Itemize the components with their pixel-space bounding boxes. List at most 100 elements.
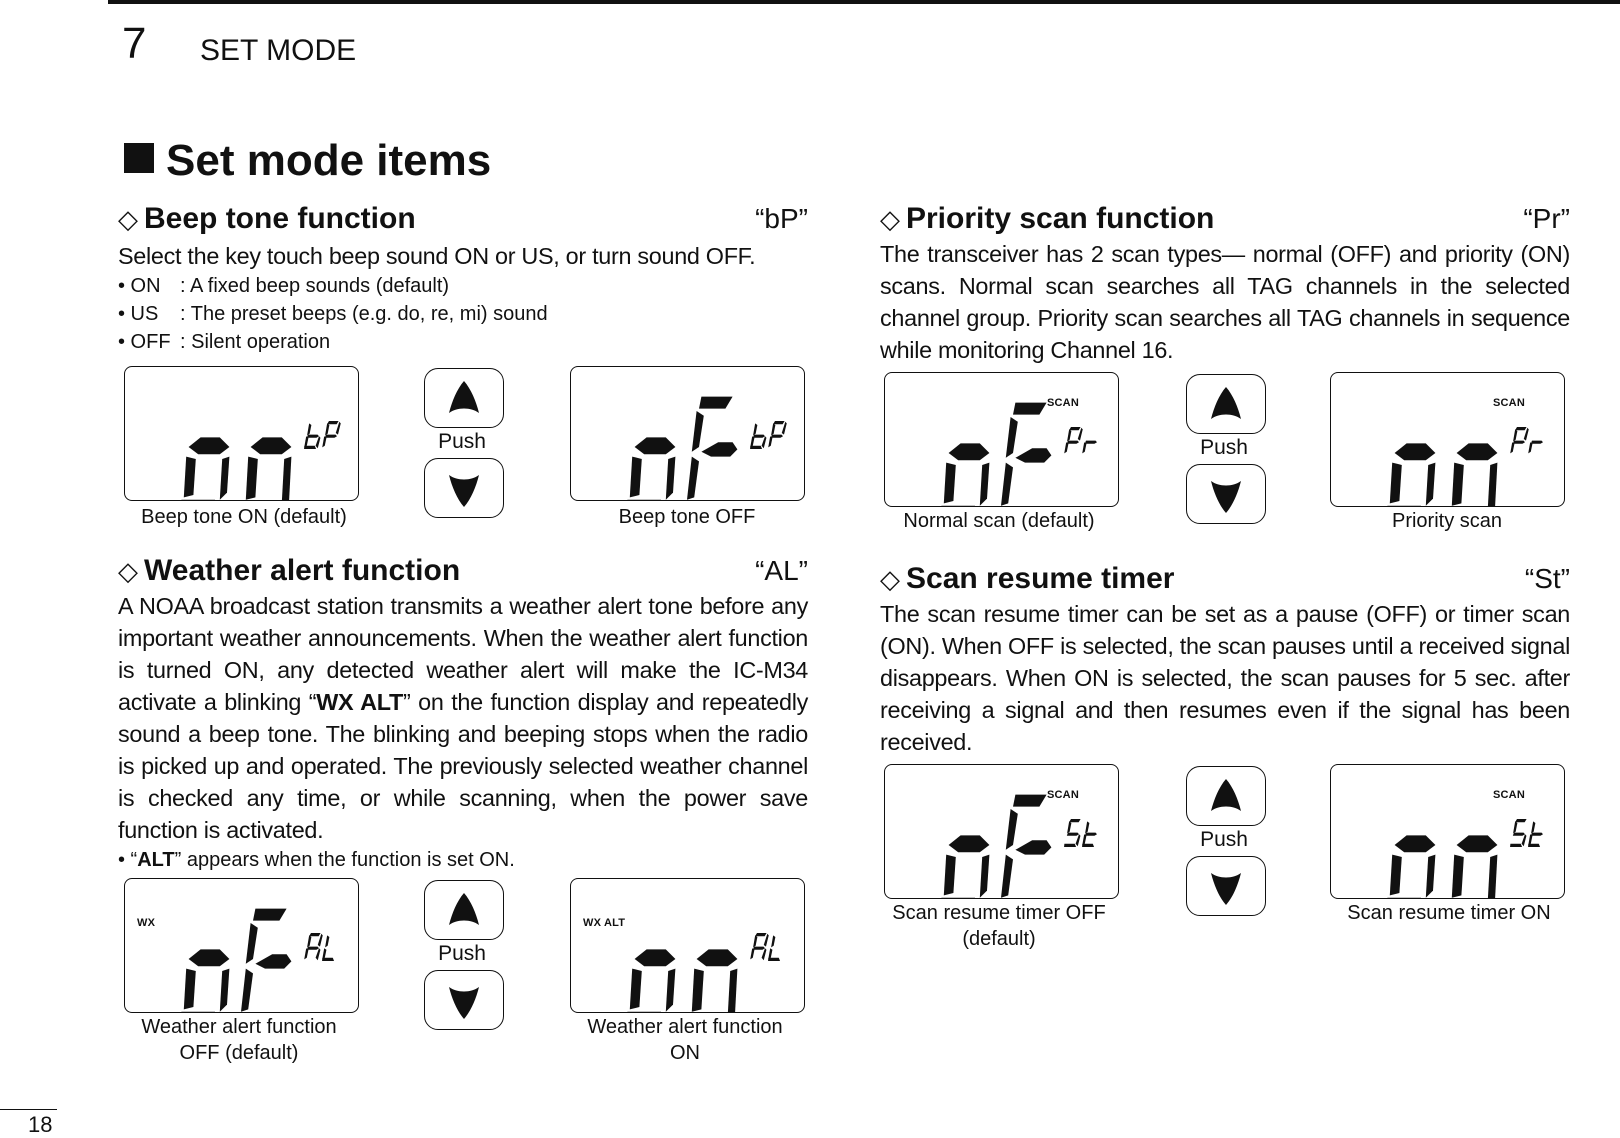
note-bold: ALT <box>137 849 175 871</box>
push-label: Push <box>438 942 486 965</box>
diamond-icon: ◇ <box>118 204 138 234</box>
lcd-main-digits <box>1387 835 1498 898</box>
section-body: The transceiver has 2 scan types— normal… <box>880 241 1570 363</box>
up-button[interactable] <box>1186 374 1266 434</box>
up-button[interactable] <box>424 368 504 428</box>
option-list: • ON : A fixed beep sounds (default) • US… <box>118 272 808 356</box>
lcd-sub-label <box>304 933 335 962</box>
lcd-main-digits <box>941 402 1052 506</box>
section-note: • “ALT” appears when the function is set… <box>118 846 808 874</box>
down-arrow-icon <box>449 987 479 1019</box>
lcd-sub-label <box>1064 819 1098 848</box>
section-title: ◇ Scan resume timer <box>880 562 1174 596</box>
up-arrow-icon <box>1211 387 1241 419</box>
lcd-display <box>124 366 359 501</box>
caption-line: Weather alert function <box>141 1016 337 1038</box>
figure-caption: Beep tone ON (default) <box>141 506 347 528</box>
diamond-icon: ◇ <box>880 564 900 594</box>
caption-line: (default) <box>962 928 1036 950</box>
option-desc: : The preset beeps (e.g. do, re, mi) sou… <box>180 303 548 325</box>
section-scan-resume-timer: ◇ Scan resume timer “St” The scan resume … <box>880 562 1570 758</box>
up-arrow-icon <box>1211 779 1241 811</box>
lcd-indicator-tag: WX <box>137 917 156 929</box>
up-button[interactable] <box>424 880 504 940</box>
down-arrow-icon <box>1211 481 1241 513</box>
lcd-indicator-tag: SCAN <box>1493 397 1525 409</box>
figure-caption: Weather alert function OFF (default) <box>114 1014 364 1066</box>
down-button[interactable] <box>1186 856 1266 916</box>
lcd-sub-label <box>1510 427 1544 454</box>
section-title: ◇ Priority scan function <box>880 202 1214 236</box>
lcd-display: WX <box>124 878 359 1013</box>
push-label: Push <box>1200 436 1248 459</box>
page-title-text: Set mode items <box>166 136 492 185</box>
figure-beep-tone: Beep tone ON (default) Push Beep tone OF… <box>124 366 814 566</box>
lcd-main-digits <box>941 794 1052 898</box>
section-intro: Select the key touch beep sound ON or US… <box>118 243 756 269</box>
lcd-display: SCAN <box>884 764 1119 899</box>
lcd-main-digits <box>1387 443 1498 506</box>
caption-line: Weather alert function <box>587 1016 783 1038</box>
figure-caption: Beep tone OFF <box>618 506 756 528</box>
note-text: • “ <box>118 849 138 871</box>
chapter-number: 7 <box>122 19 147 68</box>
section-title: ◇ Beep tone function <box>118 202 416 236</box>
lcd-indicator-tag: SCAN <box>1493 789 1525 801</box>
chapter-title: SET MODE <box>200 34 357 67</box>
up-button[interactable] <box>1186 766 1266 826</box>
figure-caption: Priority scan <box>1391 510 1503 532</box>
section-code: “St” <box>1524 563 1570 594</box>
up-arrow-icon <box>449 893 479 925</box>
down-button[interactable] <box>424 970 504 1030</box>
diamond-icon: ◇ <box>118 556 138 586</box>
section-title-text: Weather alert function <box>144 554 461 587</box>
section-code: “AL” <box>755 555 808 586</box>
lcd-main-digits <box>181 908 292 1012</box>
section-title-text: Priority scan function <box>906 202 1215 235</box>
lcd-indicator-tag: WX ALT <box>583 917 626 929</box>
up-arrow-icon <box>449 381 479 413</box>
lcd-display <box>570 366 805 501</box>
lcd-display: SCAN <box>884 372 1119 507</box>
caption-line: Scan resume timer OFF <box>892 902 1106 924</box>
option-desc: : A fixed beep sounds (default) <box>180 275 450 297</box>
option-item: • OFF: Silent operation <box>118 328 808 356</box>
section-title-text: Beep tone function <box>144 202 416 235</box>
option-key: • ON <box>118 275 161 297</box>
figure-caption: Normal scan (default) <box>903 510 1095 532</box>
section-code: “bP” <box>755 203 808 234</box>
section-title: ◇ Weather alert function <box>118 554 460 588</box>
down-button[interactable] <box>1186 464 1266 524</box>
page-number-rule <box>0 1109 57 1110</box>
push-label: Push <box>438 430 486 453</box>
section-title-text: Scan resume timer <box>906 562 1175 595</box>
option-key: • US <box>118 303 159 325</box>
figure-scan-resume-timer: SCAN Scan resume timer OFF (default) Push… <box>884 764 1574 964</box>
note-text: ” appears when the function is set ON. <box>174 849 515 871</box>
section-beep-tone: ◇ Beep tone function “bP” Select the key … <box>118 202 808 356</box>
down-button[interactable] <box>424 458 504 518</box>
lcd-sub-label <box>750 933 781 962</box>
lcd-display: SCAN <box>1330 372 1565 507</box>
lcd-indicator-tag: SCAN <box>1047 789 1079 801</box>
lcd-main-digits <box>627 396 738 500</box>
lcd-sub-label <box>750 421 787 450</box>
figure-caption: Weather alert function ON <box>560 1014 810 1066</box>
figure-caption: Scan resume timer OFF (default) <box>874 900 1124 952</box>
section-weather-alert: ◇ Weather alert function “AL” A NOAA broa… <box>118 554 808 874</box>
section-code: “Pr” <box>1523 203 1570 234</box>
push-label: Push <box>1200 828 1248 851</box>
figure-priority-scan: SCAN Normal scan (default) Push SCAN Pri… <box>884 372 1574 572</box>
lcd-display: WX ALT <box>570 878 805 1013</box>
lcd-sub-label <box>304 421 341 450</box>
section-priority-scan: ◇ Priority scan function “Pr” The transce… <box>880 202 1570 366</box>
lcd-display: SCAN <box>1330 764 1565 899</box>
lcd-indicator-tag: SCAN <box>1047 397 1079 409</box>
down-arrow-icon <box>1211 873 1241 905</box>
option-desc: : Silent operation <box>180 331 331 353</box>
lcd-sub-label <box>1064 427 1098 454</box>
page-title: Set mode items <box>124 136 491 186</box>
section-body: A NOAA broadcast station transmits a wea… <box>118 590 808 846</box>
section-body: The scan resume timer can be set as a pa… <box>880 601 1570 755</box>
body-bold: WX ALT <box>316 689 403 715</box>
